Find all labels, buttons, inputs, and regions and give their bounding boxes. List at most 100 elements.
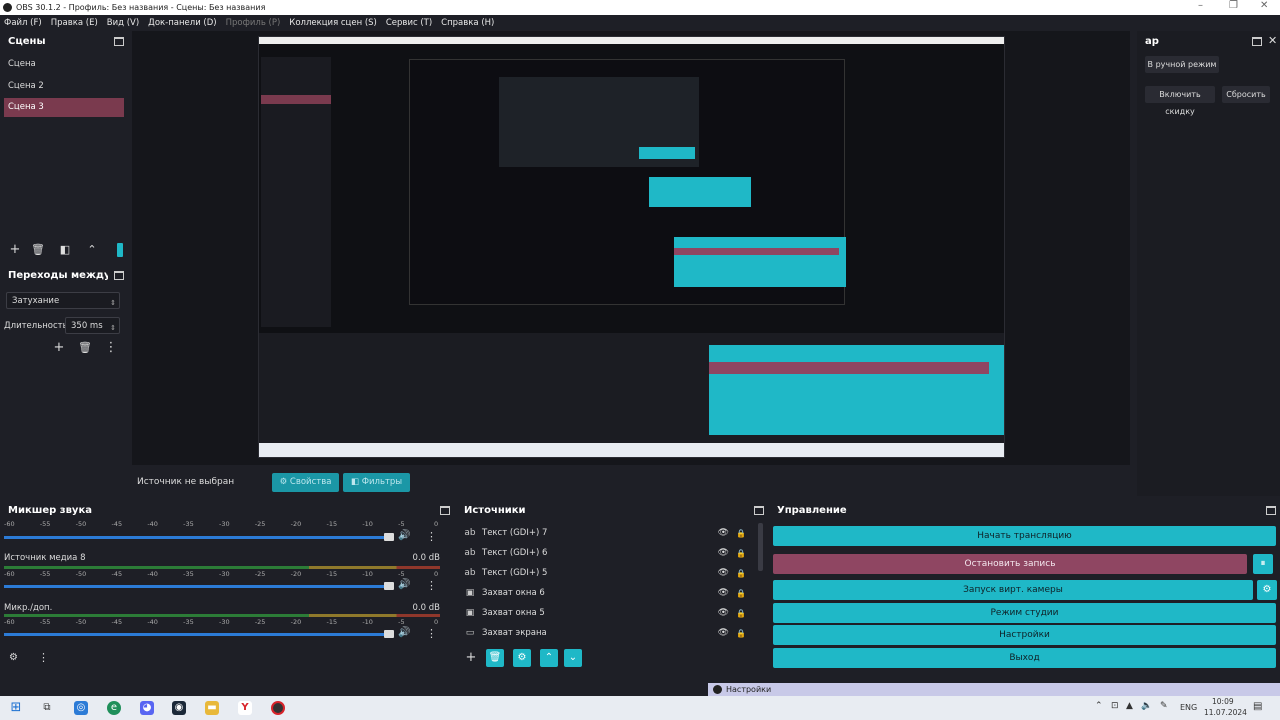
speaker-icon[interactable]: 🔊	[398, 579, 410, 590]
kebab-menu-icon[interactable]: ⋮	[426, 579, 437, 592]
add-icon[interactable]: +	[52, 341, 66, 354]
kebab-menu-icon[interactable]: ⋮	[426, 530, 437, 543]
clock-time[interactable]: 10:09	[1212, 697, 1234, 706]
minimize-icon[interactable]: –	[1198, 0, 1203, 11]
speaker-icon[interactable]: 🔊	[398, 530, 410, 541]
edge-icon[interactable]: e	[107, 701, 121, 715]
volume-slider[interactable]	[4, 585, 388, 588]
source-item[interactable]: ab Текст (GDI+) 5 👁 🔒	[464, 563, 760, 583]
close-icon[interactable]: ✕	[1268, 34, 1277, 47]
gear-icon[interactable]: ⚙	[513, 649, 531, 667]
taskbar-preview-tooltip[interactable]: Настройки	[708, 683, 1280, 696]
chevron-up-icon[interactable]: ⌃	[540, 649, 558, 667]
virtual-cam-button[interactable]: Запуск вирт. камеры	[773, 580, 1253, 600]
undock-icon[interactable]	[114, 271, 124, 280]
lock-icon[interactable]: 🔒	[736, 609, 746, 618]
lock-icon[interactable]: 🔒	[736, 549, 746, 558]
volume-slider[interactable]	[4, 633, 388, 636]
tray-icon[interactable]: ⊡	[1111, 701, 1119, 711]
scene-item[interactable]: Сцена	[4, 55, 124, 74]
undock-icon[interactable]	[1266, 506, 1276, 515]
clock-date[interactable]: 11.07.2024	[1204, 708, 1247, 717]
chevron-up-icon[interactable]: ⌃	[1095, 701, 1103, 711]
add-icon[interactable]: +	[464, 651, 478, 664]
source-item[interactable]: ab Текст (GDI+) 6 👁 🔒	[464, 543, 760, 563]
volume-slider-handle[interactable]	[384, 582, 394, 590]
menu-tools[interactable]: Сервис (T)	[386, 18, 432, 28]
pause-icon[interactable]: ⏸	[1253, 554, 1273, 574]
eye-icon[interactable]: 👁	[718, 628, 729, 638]
chevron-down-icon[interactable]: ⌄	[564, 649, 582, 667]
windows-start-icon[interactable]: ⊞	[9, 701, 23, 715]
kebab-menu-icon[interactable]: ⋮	[426, 627, 437, 640]
pen-icon[interactable]: ✎	[1160, 701, 1168, 711]
chevron-up-icon[interactable]: ⌃	[85, 243, 99, 256]
trash-icon[interactable]: 🗑	[78, 341, 92, 354]
source-item[interactable]: ▣ Захват окна 5 👁 🔒	[464, 603, 760, 623]
language-indicator[interactable]: ENG	[1180, 703, 1197, 712]
volume-icon[interactable]: 🔈	[1141, 701, 1152, 711]
eye-icon[interactable]: 👁	[718, 548, 729, 558]
menu-docks[interactable]: Док-панели (D)	[148, 18, 216, 28]
duration-spinbox[interactable]: 350 ms ⇕	[65, 317, 120, 334]
studio-mode-button[interactable]: Режим студии	[773, 603, 1276, 623]
steam-icon[interactable]: ◉	[172, 701, 186, 715]
more-options-icon[interactable]	[117, 243, 123, 257]
undock-icon[interactable]	[754, 506, 764, 515]
eye-icon[interactable]: 👁	[718, 588, 729, 598]
yandex-icon[interactable]: Y	[238, 701, 252, 715]
add-icon[interactable]: +	[8, 243, 22, 256]
trash-icon[interactable]: 🗑	[486, 649, 504, 667]
eye-icon[interactable]: 👁	[718, 608, 729, 618]
gear-icon[interactable]: ⚙	[9, 652, 18, 663]
exit-button[interactable]: Выход	[773, 648, 1276, 668]
lock-icon[interactable]: 🔒	[736, 629, 746, 638]
stop-record-button[interactable]: Остановить запись	[773, 554, 1247, 574]
volume-slider-handle[interactable]	[384, 630, 394, 638]
lock-icon[interactable]: 🔒	[736, 569, 746, 578]
filters-button[interactable]: ◧ Фильтры	[343, 473, 410, 492]
manual-mode-button[interactable]: В ручной режим	[1145, 56, 1219, 73]
discord-icon[interactable]: ◕	[140, 701, 154, 715]
task-view-icon[interactable]: ⧉	[40, 701, 54, 715]
maximize-icon[interactable]: ❐	[1229, 0, 1238, 11]
source-item[interactable]: ▣ Захват окна 6 👁 🔒	[464, 583, 760, 603]
filter-icon[interactable]: ◧	[58, 243, 72, 256]
volume-slider[interactable]	[4, 536, 388, 539]
settings-button[interactable]: Настройки	[773, 625, 1276, 645]
app-icon[interactable]: ◎	[74, 701, 88, 715]
source-item[interactable]: ▭ Захват экрана 👁 🔒	[464, 623, 760, 643]
close-icon[interactable]: ✕	[1260, 0, 1268, 11]
trash-icon[interactable]: 🗑	[31, 243, 45, 256]
eye-icon[interactable]: 👁	[718, 568, 729, 578]
sources-scrollbar[interactable]	[758, 523, 763, 571]
start-stream-button[interactable]: Начать трансляцию	[773, 526, 1276, 546]
notification-icon[interactable]: ▤	[1253, 701, 1262, 712]
enable-discount-button[interactable]: Включить скидку	[1145, 86, 1215, 116]
lock-icon[interactable]: 🔒	[736, 589, 746, 598]
properties-button[interactable]: ⚙ Свойства	[272, 473, 339, 492]
menu-view[interactable]: Вид (V)	[107, 18, 139, 28]
scene-item[interactable]: Сцена 2	[4, 77, 124, 96]
folder-icon[interactable]: ▬	[205, 701, 219, 715]
lock-icon[interactable]: 🔒	[736, 529, 746, 538]
undock-icon[interactable]	[440, 506, 450, 515]
source-item[interactable]: ab Текст (GDI+) 7 👁 🔒	[464, 523, 760, 543]
transition-select[interactable]: Затухание ⇕	[6, 292, 120, 309]
undock-icon[interactable]	[114, 37, 124, 46]
menu-file[interactable]: Файл (F)	[4, 18, 42, 28]
gear-icon[interactable]: ⚙	[1257, 580, 1277, 600]
tray-icon[interactable]: ▲	[1126, 701, 1133, 711]
menu-help[interactable]: Справка (H)	[441, 18, 494, 28]
obs-taskbar-icon[interactable]	[271, 701, 285, 715]
menu-scene-collection[interactable]: Коллекция сцен (S)	[289, 18, 377, 28]
kebab-menu-icon[interactable]: ⋮	[38, 651, 49, 664]
speaker-icon[interactable]: 🔊	[398, 627, 410, 638]
menu-edit[interactable]: Правка (E)	[51, 18, 98, 28]
volume-slider-handle[interactable]	[384, 533, 394, 541]
kebab-menu-icon[interactable]: ⋮	[104, 341, 118, 354]
scene-item-selected[interactable]: Сцена 3	[4, 98, 124, 117]
eye-icon[interactable]: 👁	[718, 528, 729, 538]
undock-icon[interactable]	[1252, 37, 1262, 46]
reset-button[interactable]: Сбросить	[1222, 86, 1270, 103]
